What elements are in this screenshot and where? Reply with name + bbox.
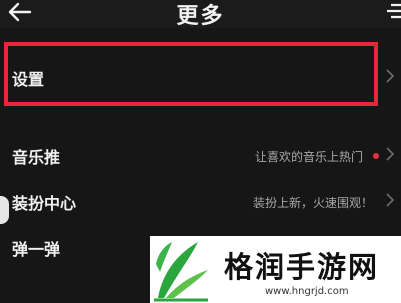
chevron-right-icon [386,193,395,207]
dress-up-center-row[interactable]: 装扮中心 装扮上新，火速围观！ [0,178,401,222]
chevron-right-icon [386,147,395,161]
menu-icon[interactable] [383,0,401,22]
music-promo-row[interactable]: 音乐推 让喜欢的音乐上热门 [0,132,401,176]
highlight-box [4,42,378,106]
chevron-right-icon [386,69,395,83]
watermark: 格润手游网 www.hngrjd.com [150,236,401,303]
top-bar: 更多 [0,0,401,29]
music-promo-subtitle: 让喜欢的音乐上热门 [254,150,363,164]
bounce-label: 弹一弹 [12,240,61,259]
page-title: 更多 [176,4,225,29]
new-badge-dot [373,153,379,159]
dress-up-center-subtitle: 装扮上新，火速围观！ [252,196,373,210]
dress-up-center-label: 装扮中心 [12,194,77,213]
watermark-title: 格润手游网 [224,250,380,284]
music-promo-label: 音乐推 [12,148,61,167]
floating-side-tab[interactable] [0,196,9,224]
watermark-url: www.hngrjd.com [265,286,349,297]
leaf-logo-icon [150,236,212,303]
